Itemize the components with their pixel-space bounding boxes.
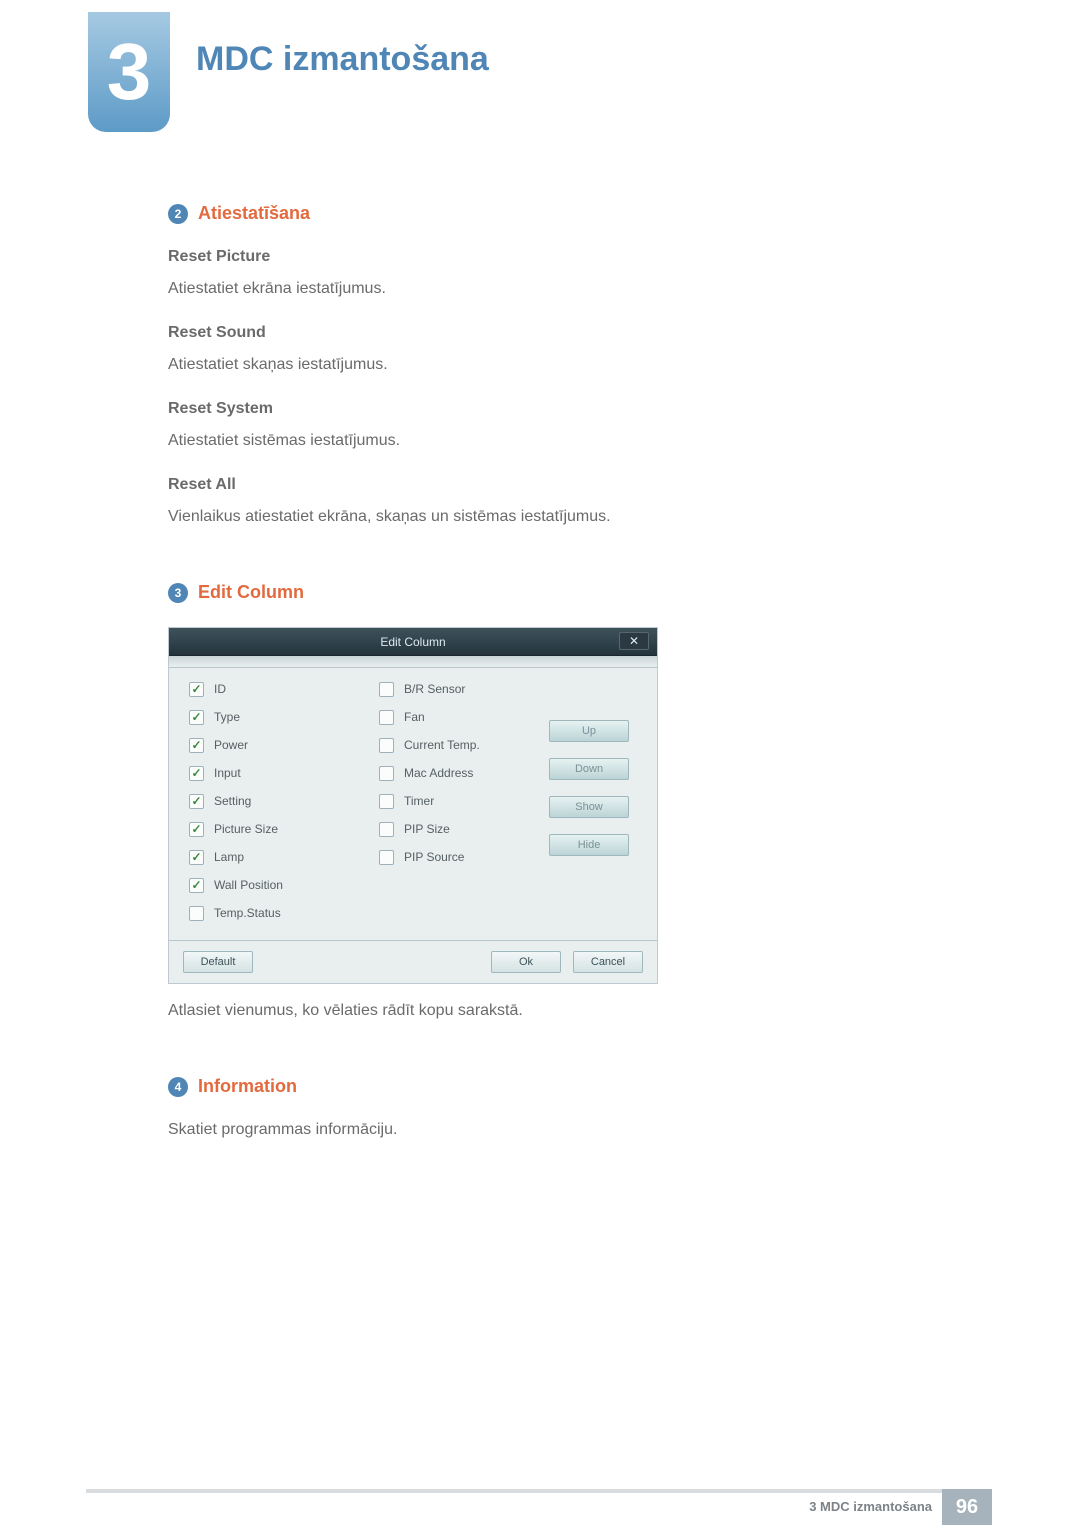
text-reset-sound: Atiestatiet skaņas iestatījumus. bbox=[168, 356, 928, 374]
default-button[interactable]: Default bbox=[183, 951, 253, 973]
checkbox-label: Fan bbox=[404, 710, 425, 724]
checkbox-label: Lamp bbox=[214, 850, 244, 864]
cancel-button[interactable]: Cancel bbox=[573, 951, 643, 973]
checkbox-row-wall-position[interactable]: Wall Position bbox=[189, 876, 379, 894]
checkbox-label: Type bbox=[214, 710, 240, 724]
text-reset-system: Atiestatiet sistēmas iestatījumus. bbox=[168, 432, 928, 450]
checkbox-icon bbox=[189, 766, 204, 781]
checkbox-icon bbox=[189, 794, 204, 809]
checkbox-row-power[interactable]: Power bbox=[189, 736, 379, 754]
checkbox-label: Mac Address bbox=[404, 766, 473, 780]
checkbox-label: PIP Size bbox=[404, 822, 450, 836]
text-reset-picture: Atiestatiet ekrāna iestatījumus. bbox=[168, 280, 928, 298]
checkbox-label: Timer bbox=[404, 794, 434, 808]
hide-button[interactable]: Hide bbox=[549, 834, 629, 856]
checkbox-icon bbox=[379, 850, 394, 865]
column-right: Up Down Show Hide bbox=[549, 680, 649, 922]
page-number: 96 bbox=[942, 1489, 992, 1525]
checkbox-row-timer[interactable]: Timer bbox=[379, 792, 549, 810]
checkbox-label: Input bbox=[214, 766, 241, 780]
section-number-badge: 4 bbox=[168, 1077, 188, 1097]
chapter-title: MDC izmantošana bbox=[196, 40, 489, 79]
text-edit-column-caption: Atlasiet vienumus, ko vēlaties rādīt kop… bbox=[168, 1002, 928, 1020]
edit-column-dialog: Edit Column ✕ ID Type Power Input Settin… bbox=[168, 627, 658, 984]
section-heading-information: 4 Information bbox=[168, 1076, 928, 1097]
down-button[interactable]: Down bbox=[549, 758, 629, 780]
checkbox-icon bbox=[189, 906, 204, 921]
checkbox-icon bbox=[379, 794, 394, 809]
checkbox-row-mac-address[interactable]: Mac Address bbox=[379, 764, 549, 782]
checkbox-row-lamp[interactable]: Lamp bbox=[189, 848, 379, 866]
up-button[interactable]: Up bbox=[549, 720, 629, 742]
checkbox-icon bbox=[189, 710, 204, 725]
section-heading-reset: 2 Atiestatīšana bbox=[168, 203, 928, 224]
dialog-title: Edit Column bbox=[380, 635, 445, 649]
page-content: 2 Atiestatīšana Reset Picture Atiestatie… bbox=[168, 195, 928, 1165]
checkbox-row-temp-status[interactable]: Temp.Status bbox=[189, 904, 379, 922]
dialog-divider bbox=[169, 656, 657, 668]
checkbox-row-type[interactable]: Type bbox=[189, 708, 379, 726]
checkbox-row-br-sensor[interactable]: B/R Sensor bbox=[379, 680, 549, 698]
checkbox-row-picture-size[interactable]: Picture Size bbox=[189, 820, 379, 838]
section-heading-edit-column: 3 Edit Column bbox=[168, 582, 928, 603]
checkbox-icon bbox=[379, 710, 394, 725]
footer-section-label: 3 MDC izmantošana bbox=[809, 1499, 932, 1514]
checkbox-icon bbox=[189, 738, 204, 753]
subheading-reset-sound: Reset Sound bbox=[168, 324, 928, 342]
checkbox-row-fan[interactable]: Fan bbox=[379, 708, 549, 726]
checkbox-label: Wall Position bbox=[214, 878, 283, 892]
checkbox-label: Setting bbox=[214, 794, 251, 808]
section-title: Information bbox=[198, 1076, 297, 1097]
checkbox-icon bbox=[379, 766, 394, 781]
checkbox-label: Current Temp. bbox=[404, 738, 480, 752]
checkbox-row-current-temp[interactable]: Current Temp. bbox=[379, 736, 549, 754]
column-left: ID Type Power Input Setting Picture Size… bbox=[189, 680, 379, 922]
checkbox-label: B/R Sensor bbox=[404, 682, 465, 696]
text-information: Skatiet programmas informāciju. bbox=[168, 1121, 928, 1139]
column-mid: B/R Sensor Fan Current Temp. Mac Address… bbox=[379, 680, 549, 922]
page-footer: 3 MDC izmantošana 96 bbox=[0, 1489, 1080, 1527]
checkbox-icon bbox=[189, 878, 204, 893]
checkbox-label: PIP Source bbox=[404, 850, 464, 864]
checkbox-icon bbox=[379, 738, 394, 753]
dialog-titlebar: Edit Column ✕ bbox=[169, 628, 657, 656]
checkbox-label: ID bbox=[214, 682, 226, 696]
section-number-badge: 2 bbox=[168, 204, 188, 224]
subheading-reset-system: Reset System bbox=[168, 400, 928, 418]
checkbox-row-input[interactable]: Input bbox=[189, 764, 379, 782]
checkbox-label: Picture Size bbox=[214, 822, 278, 836]
chapter-tab: 3 bbox=[88, 12, 170, 132]
checkbox-icon bbox=[379, 682, 394, 697]
checkbox-row-pip-size[interactable]: PIP Size bbox=[379, 820, 549, 838]
checkbox-icon bbox=[189, 850, 204, 865]
checkbox-icon bbox=[379, 822, 394, 837]
chapter-number: 3 bbox=[107, 32, 152, 112]
text-reset-all: Vienlaikus atiestatiet ekrāna, skaņas un… bbox=[168, 508, 928, 526]
footer-bar bbox=[86, 1489, 992, 1493]
section-number-badge: 3 bbox=[168, 583, 188, 603]
dialog-footer: Default Ok Cancel bbox=[169, 940, 657, 983]
subheading-reset-all: Reset All bbox=[168, 476, 928, 494]
subheading-reset-picture: Reset Picture bbox=[168, 248, 928, 266]
checkbox-label: Power bbox=[214, 738, 248, 752]
checkbox-icon bbox=[189, 682, 204, 697]
dialog-body: ID Type Power Input Setting Picture Size… bbox=[169, 668, 657, 940]
show-button[interactable]: Show bbox=[549, 796, 629, 818]
checkbox-row-setting[interactable]: Setting bbox=[189, 792, 379, 810]
section-title: Atiestatīšana bbox=[198, 203, 310, 224]
checkbox-icon bbox=[189, 822, 204, 837]
checkbox-row-pip-source[interactable]: PIP Source bbox=[379, 848, 549, 866]
checkbox-label: Temp.Status bbox=[214, 906, 281, 920]
ok-button[interactable]: Ok bbox=[491, 951, 561, 973]
section-title: Edit Column bbox=[198, 582, 304, 603]
close-button[interactable]: ✕ bbox=[619, 632, 649, 650]
checkbox-row-id[interactable]: ID bbox=[189, 680, 379, 698]
